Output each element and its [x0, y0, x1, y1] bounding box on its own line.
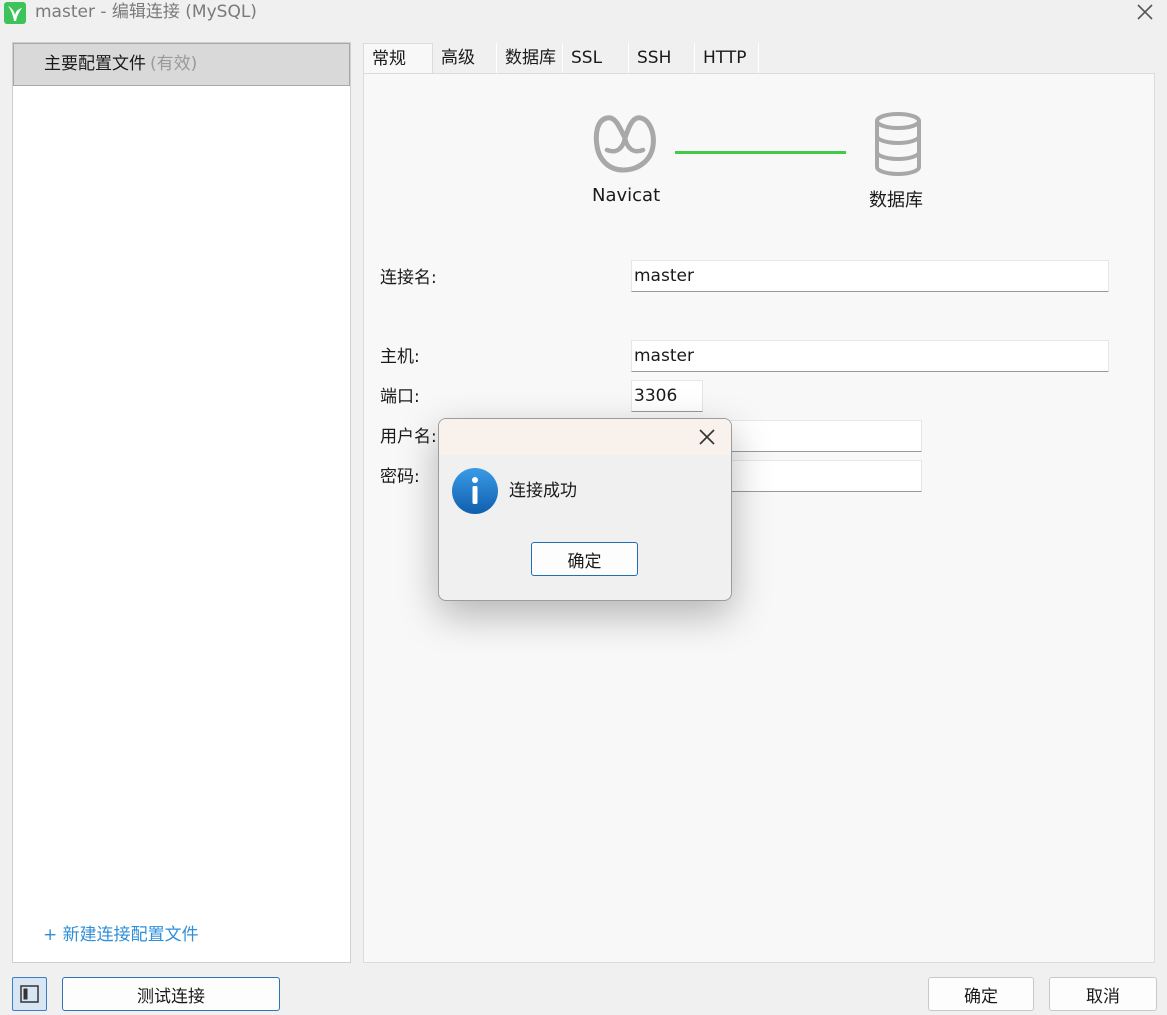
tab-general[interactable]: 常规: [363, 43, 433, 74]
info-icon: [452, 468, 498, 514]
window-close-icon[interactable]: [1131, 0, 1159, 26]
profile-list-panel: 主要配置文件 (有效) + 新建连接配置文件: [12, 42, 351, 963]
tab-database[interactable]: 数据库: [497, 43, 563, 73]
sidebar-toggle-button[interactable]: [12, 977, 47, 1011]
host-label: 主机:: [380, 347, 420, 367]
navicat-app-icon: [4, 2, 26, 24]
test-connection-button[interactable]: 测试连接: [62, 977, 280, 1011]
navicat-label: Navicat: [592, 185, 661, 206]
connection-name-input[interactable]: [631, 260, 1109, 292]
navicat-logo-icon: [593, 115, 656, 173]
tab-http[interactable]: HTTP: [695, 43, 759, 73]
dialog-header: [439, 419, 731, 455]
connection-name-label: 连接名:: [380, 268, 437, 288]
new-profile-link[interactable]: + 新建连接配置文件: [43, 923, 199, 947]
connection-line: [675, 151, 846, 154]
cancel-button[interactable]: 取消: [1049, 977, 1157, 1011]
connection-success-dialog: 连接成功 确定: [438, 418, 732, 601]
host-input[interactable]: [631, 340, 1109, 372]
password-label: 密码:: [380, 467, 420, 487]
tab-ssh[interactable]: SSH: [629, 43, 695, 73]
window-title: master - 编辑连接 (MySQL): [35, 2, 257, 22]
tab-ssl[interactable]: SSL: [563, 43, 629, 73]
database-label: 数据库: [869, 190, 923, 211]
dialog-close-icon[interactable]: [694, 424, 720, 450]
sidebar-panel-icon: [20, 985, 39, 1003]
profile-item-main[interactable]: 主要配置文件 (有效): [13, 43, 350, 86]
ok-button[interactable]: 确定: [928, 977, 1034, 1011]
dialog-message: 连接成功: [509, 481, 577, 501]
port-label: 端口:: [380, 387, 420, 407]
tab-advanced[interactable]: 高级: [433, 43, 497, 73]
title-bar: master - 编辑连接 (MySQL): [0, 0, 1167, 26]
profile-name: 主要配置文件: [44, 54, 146, 74]
database-icon: [875, 112, 921, 176]
username-label: 用户名:: [380, 427, 437, 447]
profile-status: (有效): [150, 54, 198, 74]
dialog-ok-button[interactable]: 确定: [531, 542, 638, 576]
port-input[interactable]: [631, 380, 703, 412]
